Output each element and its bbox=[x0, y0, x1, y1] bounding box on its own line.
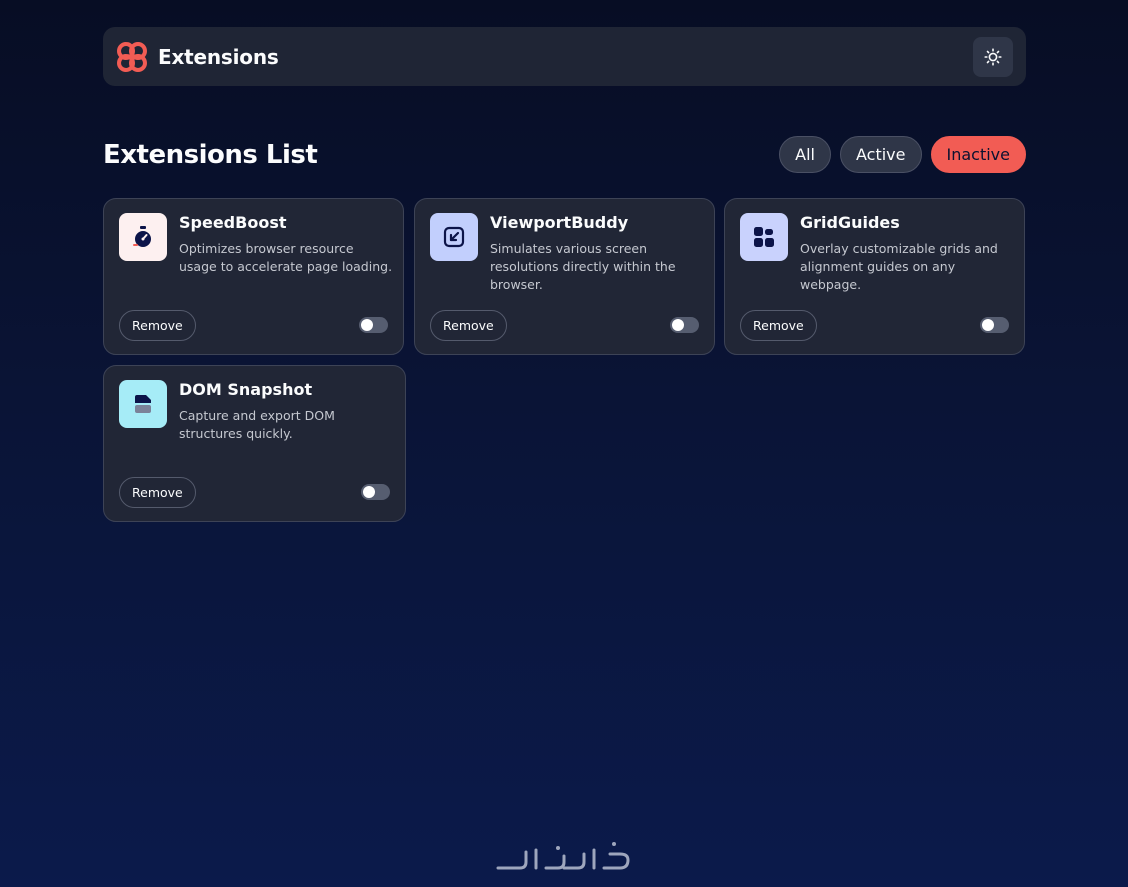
filter-active-button[interactable]: Active bbox=[840, 136, 922, 173]
enable-toggle[interactable] bbox=[361, 484, 390, 500]
extension-description: Optimizes browser resource usage to acce… bbox=[179, 241, 393, 274]
enable-toggle[interactable] bbox=[670, 317, 699, 333]
extensions-logo-icon bbox=[115, 40, 149, 74]
extension-card-dom-snapshot: DOM Snapshot Capture and export DOM stru… bbox=[103, 365, 406, 522]
theme-toggle-button[interactable] bbox=[973, 36, 1013, 77]
extension-icon-box bbox=[119, 380, 167, 428]
document-icon bbox=[135, 395, 151, 413]
extension-icon-box bbox=[740, 213, 788, 261]
extension-description: Simulates various screen resolutions dir… bbox=[490, 241, 676, 292]
filter-group: All Active Inactive bbox=[779, 136, 1026, 173]
remove-button[interactable]: Remove bbox=[430, 310, 507, 341]
brand: Extensions bbox=[115, 40, 279, 74]
top-bar: Extensions bbox=[103, 27, 1026, 86]
toggle-knob bbox=[672, 319, 684, 331]
grid-icon bbox=[754, 227, 774, 247]
toggle-knob bbox=[982, 319, 994, 331]
external-link-icon bbox=[443, 226, 465, 248]
extension-card-gridguides: GridGuides Overlay customizable grids an… bbox=[724, 198, 1025, 355]
extension-description: Capture and export DOM structures quickl… bbox=[179, 408, 335, 441]
toggle-knob bbox=[361, 319, 373, 331]
stopwatch-icon bbox=[133, 226, 151, 247]
extension-card-viewportbuddy: ViewportBuddy Simulates various screen r… bbox=[414, 198, 715, 355]
enable-toggle[interactable] bbox=[980, 317, 1009, 333]
page-title: Extensions List bbox=[103, 139, 318, 170]
extension-name: SpeedBoost bbox=[179, 213, 287, 232]
extension-name: DOM Snapshot bbox=[179, 380, 313, 399]
brand-name: Extensions bbox=[158, 44, 279, 69]
remove-button[interactable]: Remove bbox=[119, 310, 196, 341]
filter-inactive-button[interactable]: Inactive bbox=[930, 136, 1026, 173]
extension-name: ViewportBuddy bbox=[490, 213, 629, 232]
remove-button[interactable]: Remove bbox=[119, 477, 196, 508]
extension-icon-box bbox=[430, 213, 478, 261]
sun-icon bbox=[984, 47, 1002, 66]
remove-button[interactable]: Remove bbox=[740, 310, 817, 341]
list-header: Extensions List All Active Inactive bbox=[103, 136, 1026, 173]
extension-description: Overlay customizable grids and alignment… bbox=[800, 241, 998, 292]
extension-name: GridGuides bbox=[800, 213, 900, 232]
extension-icon-box bbox=[119, 213, 167, 261]
enable-toggle[interactable] bbox=[359, 317, 388, 333]
filter-all-button[interactable]: All bbox=[779, 136, 831, 173]
toggle-knob bbox=[363, 486, 375, 498]
watermark-logo-icon bbox=[494, 838, 634, 872]
extension-card-speedboost: SpeedBoost Optimizes browser resource us… bbox=[103, 198, 404, 355]
